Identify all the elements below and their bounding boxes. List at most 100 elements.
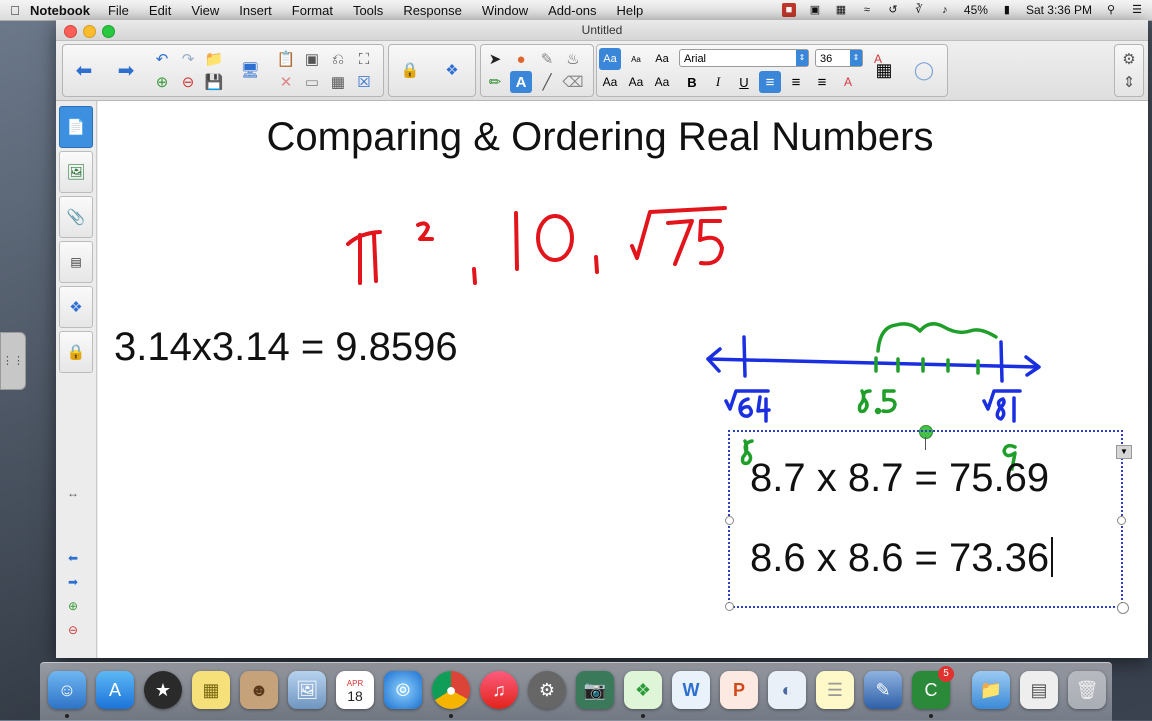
toolbar-position-icon[interactable]: ⇕ bbox=[1118, 71, 1140, 93]
open-file-icon[interactable]: 📁 bbox=[203, 48, 225, 70]
window-titlebar[interactable]: Untitled bbox=[56, 20, 1148, 41]
word-icon[interactable]: W bbox=[672, 671, 710, 709]
ink-number-line[interactable] bbox=[706, 335, 1041, 423]
italic-button[interactable]: I bbox=[707, 71, 729, 93]
menu-file[interactable]: File bbox=[108, 3, 129, 18]
previous-page-icon[interactable]: ⬅ bbox=[73, 59, 95, 82]
document-camera-icon[interactable]: ⎌ bbox=[327, 48, 349, 70]
full-screen-icon[interactable]: ⛶ bbox=[353, 48, 375, 70]
selected-text-box[interactable]: 8.7 x 8.7 = 75.69 8.6 x 8.6 = 73.36 bbox=[725, 430, 1129, 614]
font-size-arrow-icon[interactable]: ⇕ bbox=[850, 50, 862, 66]
screen-capture-icon[interactable]: ▣ bbox=[808, 3, 822, 17]
sidebar-next-page-icon[interactable]: ➡ bbox=[65, 575, 81, 589]
launchpad-icon[interactable]: ★ bbox=[144, 671, 182, 709]
ink-pi-squared-10-sqrt75[interactable] bbox=[346, 206, 727, 285]
text-line-8-6[interactable]: 8.6 x 8.6 = 73.36 bbox=[750, 536, 1054, 581]
documents-stack-icon[interactable]: ▤ bbox=[1020, 671, 1058, 709]
volume-icon[interactable]: ♪ bbox=[938, 3, 952, 17]
lesson-activity-icon[interactable]: 🔒 bbox=[399, 59, 421, 81]
itunes-icon[interactable]: ♫ bbox=[480, 671, 518, 709]
pens-tool-icon[interactable]: ✏ bbox=[484, 71, 506, 93]
resize-sidebar-icon[interactable]: ↔ bbox=[65, 486, 81, 500]
camtasia-icon[interactable]: C5 bbox=[912, 666, 954, 709]
delete-page-icon[interactable]: ⊖ bbox=[177, 71, 199, 93]
show-hide-icon[interactable]: ▭ bbox=[301, 71, 323, 93]
properties-tab[interactable]: ▤ bbox=[59, 241, 93, 283]
delete-icon[interactable]: ✕ bbox=[275, 71, 297, 93]
magic-pen-icon[interactable]: ✎ bbox=[536, 48, 558, 70]
next-page-icon[interactable]: ➡ bbox=[115, 59, 137, 82]
recording-icon[interactable]: ■ bbox=[781, 3, 796, 17]
align-left-icon[interactable]: ≡ bbox=[759, 71, 781, 93]
resize-handle-bottom-right[interactable] bbox=[1117, 602, 1129, 614]
text-style-2[interactable]: Aa bbox=[625, 48, 647, 70]
addons-icon[interactable]: ❖ bbox=[441, 59, 463, 81]
battery-icon[interactable]: ▮ bbox=[1000, 3, 1014, 17]
screen-shade-icon[interactable]: 🖥 bbox=[239, 59, 261, 81]
lesson-activity-tab[interactable]: 🔒 bbox=[59, 331, 93, 373]
sidebar-previous-page-icon[interactable]: ⬅ bbox=[65, 551, 81, 565]
menu-tools[interactable]: Tools bbox=[353, 3, 383, 18]
finder-icon[interactable]: ☺ bbox=[48, 671, 86, 709]
trash-icon[interactable]: 🗑 bbox=[1068, 671, 1106, 709]
text-line-8-7[interactable]: 8.7 x 8.7 = 75.69 bbox=[750, 456, 1049, 501]
bluetooth-icon[interactable]: ∛ bbox=[912, 3, 926, 17]
resize-handle-left[interactable] bbox=[725, 516, 734, 525]
font-name-arrow-icon[interactable]: ⇕ bbox=[796, 50, 808, 66]
fit-page-icon[interactable]: ☒ bbox=[353, 71, 375, 93]
sidebar-delete-page-icon[interactable]: ⊖ bbox=[65, 623, 81, 637]
resize-handle-bottom-left[interactable] bbox=[725, 602, 734, 611]
text-style-3[interactable]: Aa bbox=[651, 48, 673, 70]
color-palette-icon[interactable]: ▦ bbox=[873, 59, 895, 81]
spotlight-search-icon[interactable]: ⚲ bbox=[1104, 3, 1118, 17]
close-window-button[interactable] bbox=[64, 25, 77, 38]
stickies-icon[interactable]: ▦ bbox=[192, 671, 230, 709]
gallery-tab[interactable]: 🖼 bbox=[59, 151, 93, 193]
image-capture-icon[interactable]: 📷 bbox=[576, 671, 614, 709]
side-panel-handle[interactable]: ⋮⋮ bbox=[0, 332, 26, 390]
align-center-icon[interactable]: ≡ bbox=[785, 71, 807, 93]
contacts-icon[interactable]: ☻ bbox=[240, 671, 278, 709]
save-icon[interactable]: 💾 bbox=[203, 71, 225, 93]
transparency-icon[interactable]: ◯ bbox=[913, 59, 935, 81]
menu-edit[interactable]: Edit bbox=[149, 3, 171, 18]
pi-squared-equation[interactable]: 3.14x3.14 = 9.8596 bbox=[114, 325, 458, 370]
redo-icon[interactable]: ↷ bbox=[177, 48, 199, 70]
text-tool-icon[interactable]: A bbox=[510, 71, 532, 93]
table-icon[interactable]: ▦ bbox=[327, 71, 349, 93]
text-style-6[interactable]: Aa bbox=[651, 71, 673, 93]
resize-handle-right[interactable] bbox=[1117, 516, 1126, 525]
menu-add-ons[interactable]: Add-ons bbox=[548, 3, 596, 18]
app-menu[interactable]: Notebook bbox=[30, 3, 90, 18]
paste-icon[interactable]: 📋 bbox=[275, 48, 297, 70]
fill-tool-icon[interactable]: ♨ bbox=[562, 48, 584, 70]
addons-tab[interactable]: ❖ bbox=[59, 286, 93, 328]
whiteboard-canvas[interactable]: Comparing & Ordering Real Numbers 3.14x3… bbox=[98, 101, 1148, 658]
clock[interactable]: Sat 3:36 PM bbox=[1026, 3, 1092, 17]
minimize-window-button[interactable] bbox=[83, 25, 96, 38]
font-name-select[interactable]: Arial ⇕ bbox=[679, 49, 809, 67]
smart-notebook-icon[interactable]: ❖ bbox=[624, 671, 662, 709]
eraser-tool-icon[interactable]: ⌫ bbox=[562, 71, 584, 93]
powerpoint-icon[interactable]: P bbox=[720, 671, 758, 709]
time-machine-icon[interactable]: ↺ bbox=[886, 3, 900, 17]
notes-icon[interactable]: ☰ bbox=[816, 671, 854, 709]
text-style-1[interactable]: Aa bbox=[599, 48, 621, 70]
menu-view[interactable]: View bbox=[191, 3, 219, 18]
bold-button[interactable]: B bbox=[681, 71, 703, 93]
sidebar-add-page-icon[interactable]: ⊕ bbox=[65, 599, 81, 613]
chrome-icon[interactable]: ● bbox=[432, 671, 470, 709]
preview-icon[interactable]: 🖼 bbox=[288, 671, 326, 709]
select-tool-icon[interactable]: ➤ bbox=[484, 48, 506, 70]
undo-icon[interactable]: ↶ bbox=[151, 48, 173, 70]
underline-button[interactable]: U bbox=[733, 71, 755, 93]
zoom-window-button[interactable] bbox=[102, 25, 115, 38]
menu-window[interactable]: Window bbox=[482, 3, 528, 18]
menu-insert[interactable]: Insert bbox=[239, 3, 272, 18]
menu-response[interactable]: Response bbox=[403, 3, 462, 18]
app-store-icon[interactable]: A bbox=[96, 671, 134, 709]
apple-menu-icon[interactable]:  bbox=[0, 3, 30, 18]
safari-icon[interactable]: ⦾ bbox=[384, 671, 422, 709]
airport-utility-icon[interactable]: ◐ bbox=[768, 671, 806, 709]
menu-help[interactable]: Help bbox=[617, 3, 644, 18]
